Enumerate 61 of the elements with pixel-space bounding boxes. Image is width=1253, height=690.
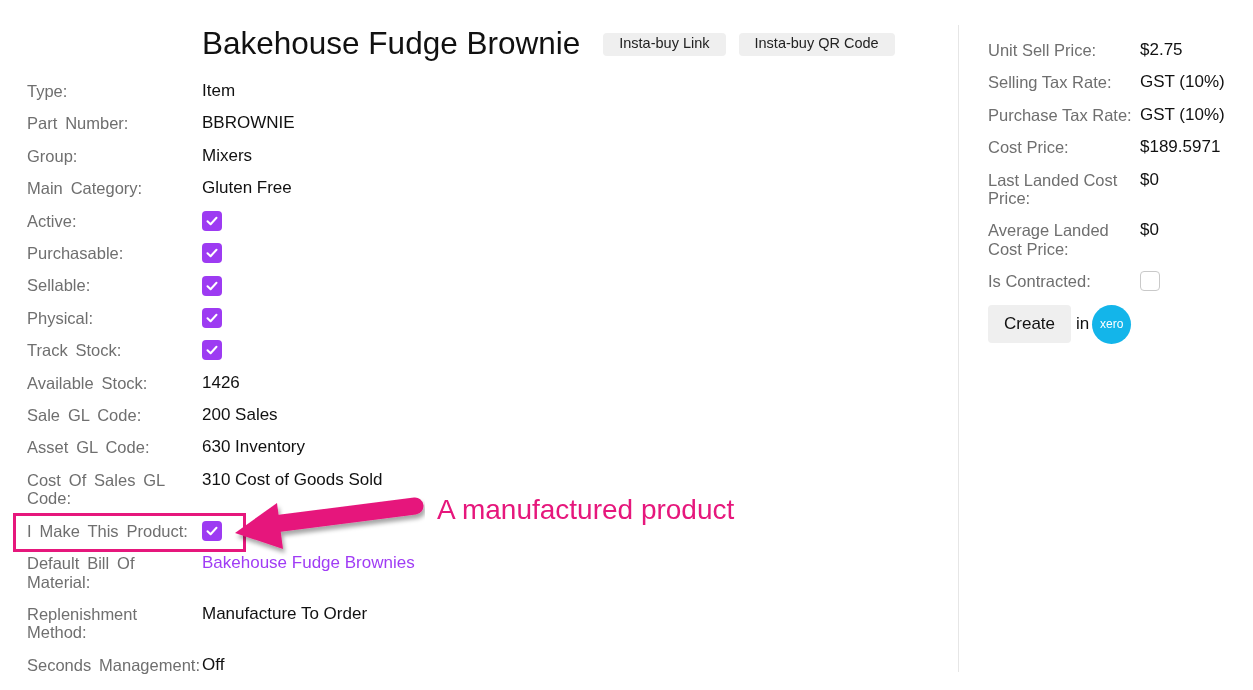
action-button[interactable]: Insta-buy Link bbox=[603, 32, 726, 56]
checkbox[interactable] bbox=[202, 340, 222, 361]
field-label: Active: bbox=[27, 211, 77, 230]
checkbox[interactable] bbox=[202, 210, 222, 231]
field-label: Part Number: bbox=[27, 114, 129, 133]
create-button[interactable]: Create bbox=[988, 305, 1071, 344]
field-label: Is Contracted: bbox=[988, 272, 1091, 291]
checkmark-icon bbox=[206, 215, 218, 226]
field-value: GST (10%) bbox=[1140, 104, 1225, 124]
field-label: Main Category: bbox=[27, 179, 143, 198]
field-label: Purchase Tax Rate: bbox=[988, 105, 1132, 124]
checkbox[interactable] bbox=[1140, 271, 1160, 292]
field-label: Type: bbox=[27, 82, 68, 100]
field-label: Group: bbox=[27, 146, 78, 165]
field-label: Cost Price: bbox=[988, 138, 1069, 157]
field-value: 200 Sales bbox=[202, 405, 278, 425]
checkbox[interactable] bbox=[202, 275, 222, 296]
connector-text: in bbox=[1076, 313, 1090, 336]
checkmark-icon bbox=[206, 525, 218, 536]
action-button[interactable]: Insta-buy QR Code bbox=[738, 32, 895, 56]
field-value: $189.5971 bbox=[1140, 137, 1221, 157]
field-value: GST (10%) bbox=[1140, 72, 1225, 92]
field-value: $0 bbox=[1140, 220, 1159, 240]
field-label: Track Stock: bbox=[27, 341, 122, 360]
field-value: Item bbox=[202, 81, 236, 100]
field-value: Gluten Free bbox=[202, 178, 292, 198]
field-value: Mixers bbox=[202, 145, 253, 165]
field-value: $0 bbox=[1140, 169, 1159, 189]
field-label: I Make This Product: bbox=[27, 521, 188, 540]
field-label: Sellable: bbox=[27, 276, 91, 295]
field-label: Cost Of Sales GL Code: bbox=[27, 470, 165, 508]
field-label: Average Landed Cost Price: bbox=[988, 221, 1109, 258]
field-value: 310 Cost of Goods Sold bbox=[202, 469, 383, 489]
field-value: 630 Inventory bbox=[202, 437, 305, 457]
field-label: Replenishment Method: bbox=[27, 604, 138, 642]
checkbox[interactable] bbox=[202, 308, 222, 329]
field-label: Sale GL Code: bbox=[27, 406, 142, 425]
field-label: Asset GL Code: bbox=[27, 438, 150, 457]
checkmark-icon bbox=[206, 313, 218, 324]
callout-text: A manufactured product bbox=[437, 493, 735, 526]
checkbox[interactable] bbox=[202, 243, 222, 264]
field-label: Available Stock: bbox=[27, 373, 148, 392]
checkbox[interactable] bbox=[202, 520, 222, 541]
field-label: Physical: bbox=[27, 308, 94, 327]
field-value: BBROWNIE bbox=[202, 113, 295, 133]
field-label: Selling Tax Rate: bbox=[988, 73, 1112, 92]
brand-logo: xero bbox=[1092, 304, 1132, 344]
field-label: Last Landed Cost Price: bbox=[988, 170, 1118, 208]
field-value: Manufacture To Order bbox=[202, 603, 368, 623]
field-value: 1426 bbox=[202, 372, 240, 392]
field-label: Unit Sell Price: bbox=[988, 41, 1097, 59]
field-label: Purchasable: bbox=[27, 244, 124, 263]
field-value: Off bbox=[202, 654, 225, 674]
bill-of-material-link[interactable]: Bakehouse Fudge Brownies bbox=[202, 553, 415, 573]
field-value: $2.75 bbox=[1140, 40, 1183, 59]
checkmark-icon bbox=[206, 248, 218, 259]
checkmark-icon bbox=[206, 280, 218, 291]
checkmark-icon bbox=[206, 345, 218, 356]
field-label: Default Bill Of Material: bbox=[27, 554, 135, 591]
field-label: Seconds Management: bbox=[27, 655, 200, 674]
product-title: Bakehouse Fudge Brownie bbox=[202, 28, 581, 60]
